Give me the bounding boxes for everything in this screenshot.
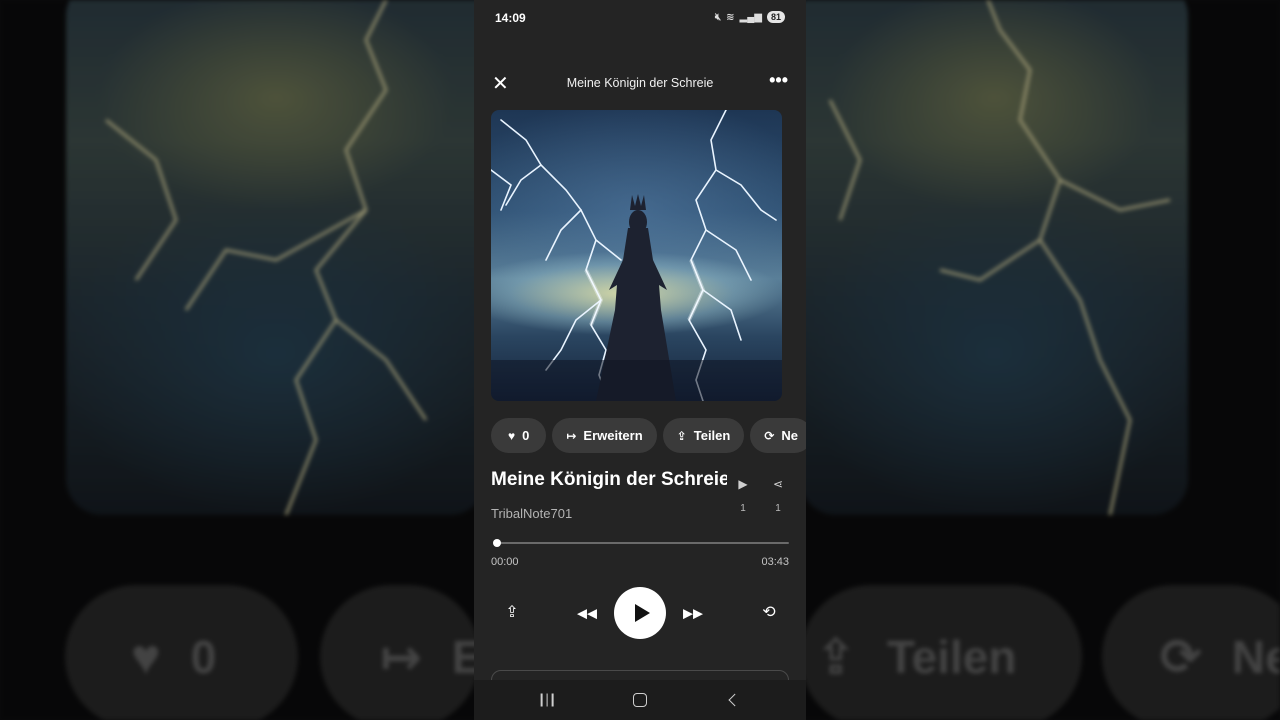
heart-icon: ♥ bbox=[508, 428, 516, 443]
extend-button[interactable]: ↦ Erweitern bbox=[552, 418, 657, 453]
player-header: ✕ Meine Königin der Schreie ••• bbox=[474, 70, 806, 98]
current-time: 00:00 bbox=[491, 556, 519, 568]
play-count: ▶ 1 bbox=[733, 477, 753, 514]
cover-art bbox=[491, 110, 782, 401]
repeat-icon[interactable]: ⟲ bbox=[762, 605, 775, 621]
share-nodes-icon: ⋖ bbox=[772, 477, 784, 491]
system-nav-bar bbox=[474, 680, 806, 720]
status-bar: 14:09 🔇︎ ≋ ▂▄▆ 81 bbox=[495, 11, 785, 27]
song-title: Meine Königin der Schreie bbox=[491, 469, 727, 490]
wifi-icon: ≋ bbox=[726, 11, 735, 23]
home-icon[interactable] bbox=[633, 693, 647, 707]
battery-indicator: 81 bbox=[766, 11, 785, 23]
remix-label: Ne bbox=[781, 428, 799, 443]
remix-button[interactable]: ⟳ Ne bbox=[750, 418, 806, 453]
share-count: ⋖ 1 bbox=[768, 477, 788, 514]
share-label: Teilen bbox=[693, 428, 731, 443]
phone-screen: 14:09 🔇︎ ≋ ▂▄▆ 81 ✕ Meine Königin der Sc… bbox=[474, 0, 806, 720]
extend-label: Erweitern bbox=[583, 428, 643, 443]
play-button[interactable] bbox=[614, 587, 666, 639]
total-time: 03:43 bbox=[761, 556, 789, 568]
status-time: 14:09 bbox=[495, 11, 526, 25]
recent-apps-icon[interactable] bbox=[540, 693, 554, 707]
play-icon bbox=[634, 604, 650, 622]
play-count-icon: ▶ bbox=[738, 477, 748, 491]
more-options-icon[interactable]: ••• bbox=[769, 70, 788, 91]
progress-bar[interactable] bbox=[492, 539, 789, 547]
status-icons: 🔇︎ ≋ ▂▄▆ 81 bbox=[715, 11, 785, 23]
back-icon[interactable] bbox=[728, 693, 742, 707]
play-count-value: 1 bbox=[740, 503, 746, 514]
header-title: Meine Königin der Schreie bbox=[566, 76, 714, 90]
remix-icon: ⟳ bbox=[764, 428, 775, 443]
playback-controls: ⇪ ◀◀ ▶▶ ⟲ bbox=[474, 587, 806, 639]
share-button[interactable]: ⇪ Teilen bbox=[662, 418, 745, 453]
signal-icon: ▂▄▆ bbox=[739, 11, 762, 23]
share-count-value: 1 bbox=[775, 503, 781, 514]
fast-forward-icon[interactable]: ▶▶ bbox=[683, 607, 703, 620]
like-button[interactable]: ♥ 0 bbox=[491, 418, 547, 453]
rewind-icon[interactable]: ◀◀ bbox=[577, 607, 597, 620]
extend-icon: ↦ bbox=[566, 428, 577, 443]
action-pills: ♥ 0 ↦ Erweitern ⇪ Teilen ⟳ Ne bbox=[491, 418, 806, 453]
mute-icon: 🔇︎ bbox=[714, 11, 722, 23]
upload-icon[interactable]: ⇪ bbox=[505, 605, 518, 621]
like-count: 0 bbox=[522, 428, 530, 443]
progress-handle[interactable] bbox=[492, 539, 501, 547]
artist-name[interactable]: TribalNote701 bbox=[491, 506, 572, 521]
share-icon: ⇪ bbox=[676, 428, 687, 443]
